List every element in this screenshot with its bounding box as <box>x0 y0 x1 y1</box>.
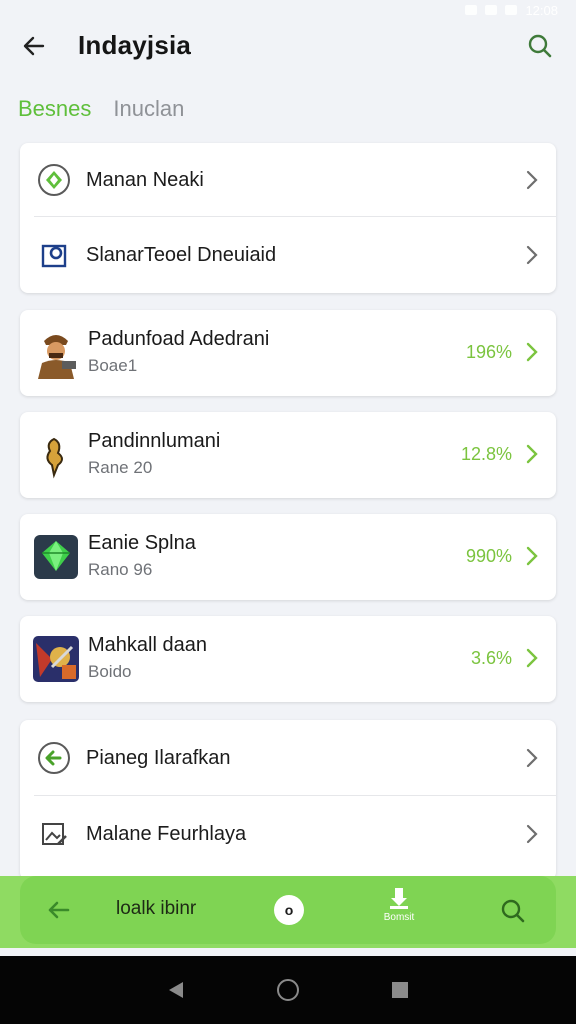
app-header: Indayjsia <box>0 20 576 72</box>
settings-card-top: Manan Neaki SlanarTeoel Dneuiaid <box>20 143 556 293</box>
app-card-pandinnlumani[interactable]: Pandinnlumani Rane 20 12.8% <box>20 412 556 498</box>
tab-besnes[interactable]: Besnes <box>18 96 91 122</box>
golden-bird-icon <box>32 429 80 481</box>
chevron-right-icon <box>524 823 540 845</box>
settings-row-malane[interactable]: Malane Feurhlaya <box>20 796 556 872</box>
app-subtitle: Boae1 <box>88 356 138 375</box>
settings-row-label: Pianeg Ilarafkan <box>86 746 231 769</box>
nav-back-button[interactable] <box>42 894 74 926</box>
chevron-right-icon <box>524 747 540 769</box>
arrow-left-icon <box>48 901 70 919</box>
chevron-right-icon <box>524 545 540 567</box>
chevron-right-icon <box>524 443 540 465</box>
nav-search-button[interactable] <box>498 896 528 926</box>
settings-row-label: Manan Neaki <box>86 168 204 191</box>
nav-circle-button[interactable]: o <box>274 895 304 925</box>
download-icon <box>390 888 408 909</box>
app-subtitle: Rano 96 <box>88 560 153 579</box>
circle-home-icon <box>277 979 299 1001</box>
system-navigation-bar <box>0 956 576 1024</box>
signal-icon <box>465 5 478 15</box>
settings-card-bottom: Pianeg Ilarafkan Malane Feurhlaya <box>20 720 556 880</box>
chevron-right-icon <box>524 244 540 266</box>
search-icon <box>528 34 552 58</box>
app-subtitle: Rane 20 <box>88 458 153 477</box>
chevron-right-icon <box>524 341 540 363</box>
search-icon <box>501 899 525 923</box>
status-bar: 12:08 <box>0 0 576 20</box>
green-gem-icon <box>32 531 80 583</box>
arrow-circle-icon <box>36 740 72 776</box>
wifi-icon <box>485 5 498 15</box>
phone-frame-icon <box>36 237 72 273</box>
tab-bar: Besnes Inuclan <box>18 96 184 122</box>
search-button[interactable] <box>524 30 556 62</box>
settings-row-pianeg[interactable]: Pianeg Ilarafkan <box>20 720 556 796</box>
app-percent: 3.6% <box>470 648 512 668</box>
nav-download-button[interactable]: Bomsit <box>374 886 424 923</box>
system-home-button[interactable] <box>276 978 300 1002</box>
back-button[interactable] <box>18 30 50 62</box>
nav-download-label: Bomsit <box>383 912 415 923</box>
warrior-character-icon <box>32 327 80 379</box>
system-recents-button[interactable] <box>388 978 412 1002</box>
bottom-nav: loalk ibinr o Bomsit <box>20 876 556 944</box>
page-title: Indayjsia <box>78 30 192 60</box>
app-subtitle: Boido <box>88 662 132 681</box>
app-title: Mahkall daan <box>88 634 207 656</box>
settings-row-slanarteoel[interactable]: SlanarTeoel Dneuiaid <box>20 217 556 293</box>
nav-label[interactable]: loalk ibinr <box>116 898 196 920</box>
system-back-button[interactable] <box>164 978 188 1002</box>
chevron-right-icon <box>524 647 540 669</box>
battle-scene-icon <box>32 633 80 685</box>
square-recents-icon <box>392 982 408 998</box>
app-title: Padunfoad Adedrani <box>88 328 270 350</box>
tab-inuclan[interactable]: Inuclan <box>113 96 184 122</box>
app-percent: 196% <box>465 342 512 362</box>
settings-row-label: SlanarTeoel Dneuiaid <box>86 243 277 266</box>
arrow-left-icon <box>23 36 45 56</box>
settings-row-manan-neaki[interactable]: Manan Neaki <box>20 143 556 217</box>
battery-icon <box>505 5 518 15</box>
app-title: Pandinnlumani <box>88 430 221 452</box>
diamond-circle-icon <box>36 162 72 198</box>
settings-row-label: Malane Feurhlaya <box>86 822 247 845</box>
image-edit-icon <box>36 816 72 852</box>
app-percent: 990% <box>465 546 512 566</box>
app-card-mahkall-daan[interactable]: Mahkall daan Boido 3.6% <box>20 616 556 702</box>
app-title: Eanie Splna <box>88 532 196 554</box>
triangle-back-icon <box>169 982 183 998</box>
app-card-padunfoad[interactable]: Padunfoad Adedrani Boae1 196% <box>20 310 556 396</box>
app-percent: 12.8% <box>460 444 512 464</box>
nav-circle: o <box>274 895 304 925</box>
chevron-right-icon <box>524 169 540 191</box>
app-card-eanie-splna[interactable]: Eanie Splna Rano 96 990% <box>20 514 556 600</box>
status-time: 12:08 <box>525 2 558 18</box>
